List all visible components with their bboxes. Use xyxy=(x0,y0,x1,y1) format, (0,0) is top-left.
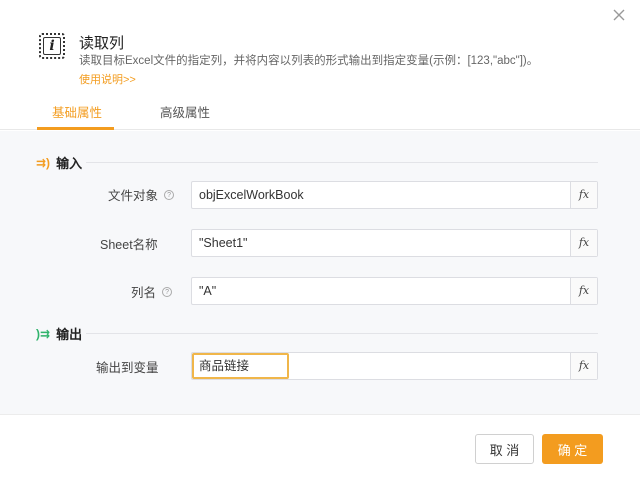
ok-button[interactable]: 确 定 xyxy=(542,434,603,464)
output-var-label: 输出到变量 xyxy=(96,357,159,376)
sheet-name-label: Sheet名称 xyxy=(100,234,158,253)
output-var-value: 商品链接 xyxy=(199,359,250,373)
column-name-label: 列名 ? xyxy=(131,282,173,301)
help-circle-icon[interactable]: ? xyxy=(162,286,173,297)
section-divider xyxy=(86,162,598,163)
fx-button[interactable]: fx xyxy=(570,230,597,256)
dialog-title: 读取列 xyxy=(79,35,125,52)
dialog-header: i 读取列 读取目标Excel文件的指定列，并将内容以列表的形式输出到指定变量(… xyxy=(0,0,640,130)
section-input-title: 输入 xyxy=(56,156,83,171)
file-object-value: objExcelWorkBook xyxy=(199,188,304,202)
output-var-field[interactable]: 商品链接 fx xyxy=(191,352,598,380)
help-link[interactable]: 使用说明>> xyxy=(79,71,136,87)
column-name-field[interactable]: "A" fx xyxy=(191,277,598,305)
info-icon: i xyxy=(39,33,65,59)
tab-advanced-properties[interactable]: 高级属性 xyxy=(160,102,210,121)
cancel-button[interactable]: 取 消 xyxy=(475,434,534,464)
file-object-label-text: 文件对象 xyxy=(108,189,159,203)
sheet-name-value: "Sheet1" xyxy=(199,236,248,250)
tab-basic-properties[interactable]: 基础属性 xyxy=(52,102,102,121)
section-output-title: 输出 xyxy=(56,327,83,342)
output-arrow-icon: )⇉ xyxy=(36,326,51,341)
file-object-field[interactable]: objExcelWorkBook fx xyxy=(191,181,598,209)
section-divider xyxy=(86,333,598,334)
help-circle-icon[interactable]: ? xyxy=(164,189,175,200)
section-input: ⇉) 输入 xyxy=(36,153,82,172)
column-name-value: "A" xyxy=(199,284,217,298)
output-var-label-text: 输出到变量 xyxy=(96,361,159,375)
input-arrow-icon: ⇉) xyxy=(36,155,51,170)
column-name-label-text: 列名 xyxy=(131,286,157,300)
dialog-footer: 取 消 确 定 xyxy=(0,414,640,481)
sheet-name-label-text: Sheet名称 xyxy=(100,238,158,252)
file-object-label: 文件对象 ? xyxy=(108,185,175,204)
fx-button[interactable]: fx xyxy=(570,353,597,379)
section-output: )⇉ 输出 xyxy=(36,324,82,343)
active-tab-indicator xyxy=(37,127,114,130)
tab-bar: 基础属性 高级属性 xyxy=(0,96,640,130)
sheet-name-field[interactable]: "Sheet1" fx xyxy=(191,229,598,257)
fx-button[interactable]: fx xyxy=(570,182,597,208)
close-icon[interactable] xyxy=(610,6,628,24)
fx-button[interactable]: fx xyxy=(570,278,597,304)
form-body: ⇉) 输入 文件对象 ? objExcelWorkBook fx Sheet名称… xyxy=(0,131,640,414)
dialog-description: 读取目标Excel文件的指定列，并将内容以列表的形式输出到指定变量(示例：[12… xyxy=(79,55,539,67)
